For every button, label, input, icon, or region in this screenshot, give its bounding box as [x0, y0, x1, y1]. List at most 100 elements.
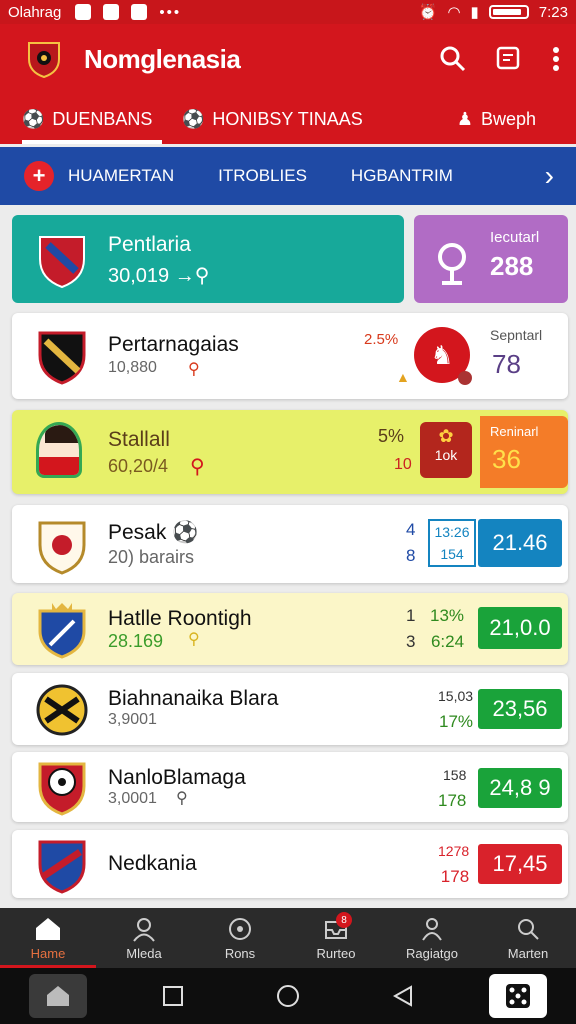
app-logo-crest-icon[interactable] — [26, 39, 62, 79]
score-value: 3 — [406, 632, 416, 651]
odds-breakdown: 1278 178 — [438, 838, 469, 890]
team-name: Hatlle Roontigh — [108, 607, 252, 630]
odds-value: 36 — [492, 444, 521, 474]
odds-button[interactable]: 17,45 — [478, 844, 562, 884]
match-row[interactable]: Pertarnagaias 10,880 ⚲ 2.5% ▲ ♞ Sepntarl… — [12, 313, 568, 399]
nav-item-ragiatgo[interactable]: Ragiatgo — [384, 908, 480, 968]
more-notifications-indicator: ••• — [159, 3, 182, 21]
odds-value: 288 — [490, 251, 534, 281]
match-row[interactable]: Biahnanaika Blara 3,9001 15,03 17% 23,56 — [12, 673, 568, 745]
team-name: Nedkania — [108, 852, 197, 875]
trend-icon: ⚲ — [190, 456, 205, 478]
team-name: Pertarnagaias — [108, 333, 239, 356]
odds-breakdown: 13% 6:24 — [430, 603, 464, 655]
odds-button[interactable]: 21.46 — [478, 519, 562, 567]
odds-part: 17% — [439, 712, 474, 731]
nav-item-rons[interactable]: Rons — [192, 908, 288, 968]
odds-breakdown: 13:26 154 — [428, 519, 476, 567]
tab-label: DUENBANS — [52, 108, 153, 129]
search-icon[interactable] — [440, 46, 466, 72]
app-title: Nomglenasia — [84, 43, 241, 74]
odds-button[interactable]: 24,8 9 — [478, 768, 562, 808]
odds-value: 78 — [492, 349, 521, 379]
odds-label: Reninarl — [490, 424, 539, 439]
notification-icon — [75, 4, 92, 20]
home-icon — [46, 986, 69, 1006]
trend-icon: ⚲ — [188, 361, 200, 378]
tab-duenbans[interactable]: ⚽ DUENBANS — [22, 94, 162, 144]
change-percent: 2.5% — [364, 331, 399, 348]
score-value: 4 — [406, 520, 416, 539]
clock: 7:23 — [538, 3, 568, 21]
odds-breakdown: 158 178 — [438, 762, 466, 814]
odds-part: 1278 — [438, 843, 470, 859]
ball-icon: ⚽ — [182, 108, 205, 129]
match-row[interactable]: Stallall 60,20/4 ⚲ 5% 10 ✿ 1ok Reninarl … — [12, 410, 568, 494]
back-button[interactable] — [374, 974, 432, 1018]
home-button[interactable] — [259, 974, 317, 1018]
user-icon — [422, 917, 442, 941]
odds-part: 178 — [438, 791, 467, 810]
trend-icon: ⚲ — [176, 790, 188, 807]
team-stat: 3,0001 — [108, 790, 157, 807]
tab-honibsy-tinaas[interactable]: ⚽ HONIBSY TINAAS — [182, 94, 363, 144]
team-name: Stallall — [108, 428, 170, 451]
ball-icon: ⚽ — [22, 108, 45, 129]
odds-part: 13:26 — [434, 524, 470, 540]
home-icon — [36, 917, 60, 940]
score-column: 4 8 — [406, 517, 415, 569]
promo-badge[interactable]: ✿ 1ok — [420, 422, 472, 478]
odds-label: Sepntarl — [490, 327, 543, 343]
odds-button[interactable]: 21,0.0 — [478, 607, 562, 649]
carrier-label: Olahrag — [8, 3, 62, 21]
recents-button[interactable] — [144, 974, 202, 1018]
tab-bweph[interactable]: ♟ Bweph — [457, 94, 536, 144]
odds-button[interactable]: 23,56 — [478, 689, 562, 729]
team-stat: 28.169 — [108, 631, 164, 651]
featured-match-card[interactable]: Pentlaria 30,019 →⚲ — [12, 215, 404, 303]
match-row[interactable]: Pesak ⚽ 20) barairs 4 8 13:26 154 21.46 — [12, 505, 568, 583]
bottom-navigation: Hame Mleda Rons 8 Rurteo Ragiatgo Marten — [0, 908, 576, 968]
team-crest-icon — [38, 603, 86, 659]
nav-label: Rurteo — [316, 945, 356, 961]
nav-item-mleda[interactable]: Mleda — [96, 908, 192, 968]
score-value: 8 — [406, 546, 416, 565]
team-stat: 20) barairs — [108, 547, 195, 567]
overflow-menu-icon[interactable] — [552, 46, 560, 72]
ball-icon: ⚽ — [172, 521, 199, 544]
nav-item-marten[interactable]: Marten — [480, 908, 576, 968]
team-crest-icon — [39, 236, 85, 289]
match-row[interactable]: Hatlle Roontigh 28.169 ⚲ 1 3 13% 6:24 21… — [12, 593, 568, 665]
featured-odds-box[interactable]: Iecutarl 288 — [414, 215, 568, 303]
nav-label: Hame — [30, 945, 66, 961]
league-nav-item[interactable]: HGBANTRIM — [351, 166, 453, 186]
league-nav-item[interactable]: ITROBLIES — [218, 166, 307, 186]
signal-icon: ▮ — [470, 4, 479, 21]
nav-label: Ragiatgo — [405, 945, 459, 961]
app-bar: Nomglenasia — [0, 24, 576, 94]
score-value: 1 — [406, 606, 416, 625]
notes-icon[interactable] — [496, 46, 522, 72]
odds-breakdown: 15,03 17% — [438, 683, 473, 735]
odds-box[interactable]: Reninarl 36 — [480, 416, 568, 488]
nav-item-rurteo[interactable]: 8 Rurteo — [288, 908, 384, 968]
team-crest-icon — [38, 331, 86, 385]
badge-label: 1ok — [434, 447, 458, 463]
match-row[interactable]: Nedkania 1278 178 17,45 — [12, 830, 568, 898]
tab-label: HONIBSY TINAAS — [212, 108, 363, 129]
odds-part: 178 — [440, 867, 470, 886]
team-name: NanloBlamaga — [108, 766, 246, 789]
add-icon[interactable]: + — [24, 161, 54, 191]
nav-item-home[interactable]: Hame — [0, 908, 96, 968]
count: 10 — [394, 456, 412, 473]
chevron-right-icon[interactable]: › — [545, 160, 554, 192]
person-icon: ♟ — [456, 108, 473, 129]
team-stat: 3,9001 — [108, 711, 157, 728]
square-icon — [162, 986, 183, 1006]
team-name: Pentlaria — [108, 233, 191, 256]
system-home-button[interactable] — [28, 974, 87, 1018]
match-row[interactable]: NanloBlamaga 3,0001 ⚲ 158 178 24,8 9 — [12, 752, 568, 822]
trend-icon: ▲ — [396, 369, 410, 385]
league-nav-item[interactable]: HUAMERTAN — [68, 166, 174, 186]
dice-app-button[interactable] — [489, 974, 548, 1018]
